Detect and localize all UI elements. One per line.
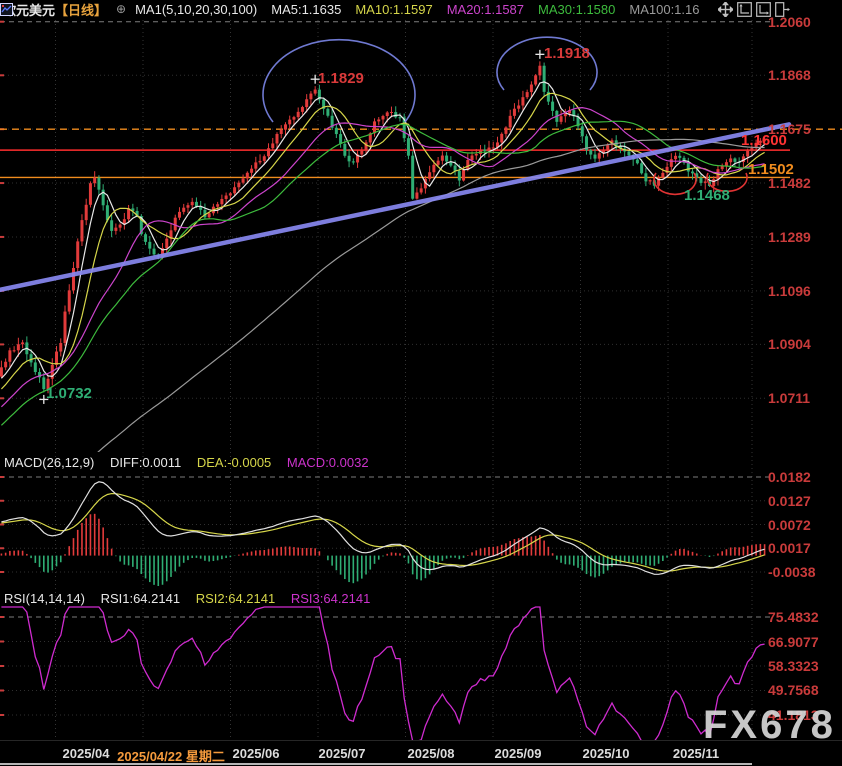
ma10-legend: MA10:1.1597 bbox=[355, 2, 432, 17]
ma-legend: MA1(5,10,20,30,100) MA5:1.1635 MA10:1.1597… bbox=[135, 2, 699, 17]
timeframe-label: 【日线】 bbox=[55, 0, 107, 19]
ma20-legend: MA20:1.1587 bbox=[447, 2, 524, 17]
rsi1-value: RSI1:64.2141 bbox=[101, 591, 181, 606]
y-axis-scale-icon[interactable] bbox=[737, 2, 752, 17]
date-axis-label: 2025/10 bbox=[583, 746, 630, 761]
chart-toolbar bbox=[718, 2, 790, 17]
macd-dea-value: DEA:-0.0005 bbox=[197, 455, 271, 470]
rsi3-value: RSI3:64.2141 bbox=[291, 591, 371, 606]
macd-header: MACD(26,12,9) DIFF:0.0011 DEA:-0.0005 MA… bbox=[4, 455, 381, 470]
date-axis-label: 2025/06 bbox=[233, 746, 280, 761]
panel-collapse-icon[interactable] bbox=[775, 2, 790, 17]
macd-panel-canvas[interactable] bbox=[0, 452, 842, 588]
date-axis-label: 2025/11 bbox=[673, 746, 719, 761]
ma-settings-legend: MA1(5,10,20,30,100) bbox=[135, 2, 257, 17]
date-axis-label: 2025/04 bbox=[63, 746, 110, 761]
chart-header: 欧元美元【日线】 ⊕ MA1(5,10,20,30,100)MA5:1.1635… bbox=[0, 0, 842, 18]
circle-plus-icon[interactable]: ⊕ bbox=[116, 2, 126, 16]
macd-params: MACD(26,12,9) bbox=[4, 455, 94, 470]
date-axis-label: 2025/09 bbox=[495, 746, 542, 761]
date-axis-label: 2025/07 bbox=[319, 746, 366, 761]
horizontal-scrollbar[interactable] bbox=[0, 763, 752, 765]
ma100-legend: MA100:1.16 bbox=[629, 2, 699, 17]
rsi-header: RSI(14,14,14) RSI1:64.2141 RSI2:64.2141 … bbox=[4, 591, 382, 606]
ma30-legend: MA30:1.1580 bbox=[538, 2, 615, 17]
main-chart-canvas[interactable] bbox=[0, 18, 842, 452]
macd-macd-value: MACD:0.0032 bbox=[287, 455, 369, 470]
chart-window: 欧元美元【日线】 ⊕ MA1(5,10,20,30,100)MA5:1.1635… bbox=[0, 0, 842, 766]
chart-type-icon[interactable] bbox=[0, 3, 13, 16]
macd-diff-value: DIFF:0.0011 bbox=[110, 455, 181, 470]
rsi2-value: RSI2:64.2141 bbox=[196, 591, 276, 606]
date-axis-label: 2025/08 bbox=[408, 746, 455, 761]
rsi-params: RSI(14,14,14) bbox=[4, 591, 85, 606]
pan-tool-icon[interactable] bbox=[718, 2, 733, 17]
ma5-legend: MA5:1.1635 bbox=[271, 2, 341, 17]
x-axis-scale-icon[interactable] bbox=[756, 2, 771, 17]
